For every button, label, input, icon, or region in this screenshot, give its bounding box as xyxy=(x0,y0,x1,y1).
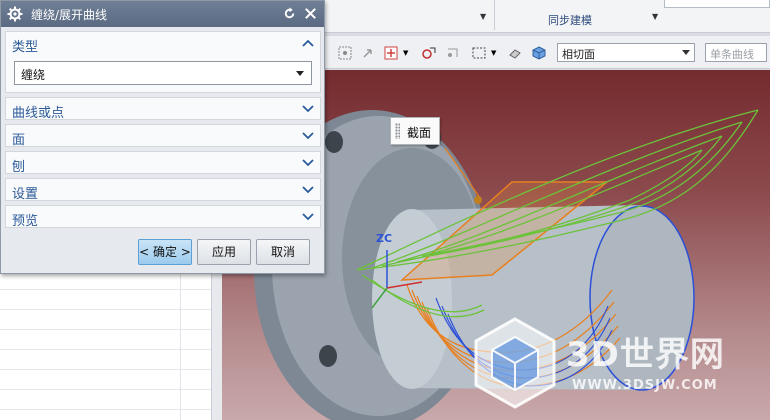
rectangle-select-icon[interactable] xyxy=(471,45,487,61)
point-snap-icon[interactable] xyxy=(445,45,461,61)
chevron-down-icon xyxy=(296,71,304,76)
close-icon[interactable] xyxy=(303,6,318,21)
section-type: 类型 缠绕 xyxy=(5,31,321,93)
ribbon-dropdown-arrow-2[interactable]: ▼ xyxy=(652,12,658,21)
ribbon-divider xyxy=(494,0,495,30)
section-preview[interactable]: 预览 xyxy=(5,205,321,229)
chevron-up-icon[interactable] xyxy=(302,39,314,47)
ribbon-group-sync-modeling[interactable]: 同步建模 xyxy=(548,12,592,28)
ribbon-dropdown-arrow[interactable]: ▼ xyxy=(480,12,486,21)
section-settings[interactable]: 设置 xyxy=(5,178,321,202)
selection-toolbar: ▼ ▼ 相切面 单条曲线 xyxy=(325,36,770,69)
section-plane-label: 刨 xyxy=(12,160,26,175)
drag-grip-icon[interactable] xyxy=(395,123,400,139)
curve-rule-dropdown[interactable]: 单条曲线 xyxy=(705,43,767,62)
ok-button[interactable]: < 确定 > xyxy=(138,239,192,265)
section-plane[interactable]: 刨 xyxy=(5,151,321,175)
bolt-hole xyxy=(325,131,343,153)
face-rule-value: 相切面 xyxy=(562,48,595,61)
select-box-plus-icon[interactable] xyxy=(383,45,399,61)
dialog-title-bar[interactable]: 缠绕/展开曲线 xyxy=(1,1,324,27)
toolbar-dropdown-arrow[interactable]: ▼ xyxy=(403,49,408,57)
type-select-value: 缠绕 xyxy=(21,68,46,82)
wrap-unwrap-curve-dialog: 缠绕/展开曲线 类型 缠绕 曲线或点 面 刨 设置 预览 < 确定 > 应用 取… xyxy=(0,0,325,274)
ribbon-panel-tab xyxy=(664,0,770,8)
chevron-down-icon[interactable] xyxy=(302,159,314,167)
section-curve-or-point-label: 曲线或点 xyxy=(12,106,65,121)
chevron-down-icon[interactable] xyxy=(302,213,314,221)
chevron-down-icon[interactable] xyxy=(302,132,314,140)
watermark-url: WWW.3DSJW.COM xyxy=(572,378,718,393)
zc-axis-label: ZC xyxy=(376,232,393,245)
section-preview-label: 预览 xyxy=(12,214,39,229)
face-rule-dropdown[interactable]: 相切面 xyxy=(557,43,695,62)
apply-button[interactable]: 应用 xyxy=(197,239,251,265)
section-settings-label: 设置 xyxy=(12,187,39,202)
dialog-title: 缠绕/展开曲线 xyxy=(31,8,108,22)
curve-rule-value: 单条曲线 xyxy=(710,48,754,61)
snap-settings-icon[interactable] xyxy=(337,45,353,61)
cancel-button[interactable]: 取消 xyxy=(256,239,310,265)
section-label-text: 截面 xyxy=(407,126,432,140)
navigator-list xyxy=(0,270,212,420)
section-face[interactable]: 面 xyxy=(5,124,321,148)
type-select[interactable]: 缠绕 xyxy=(14,61,312,85)
reset-icon[interactable] xyxy=(282,6,297,21)
filter-arrow-icon[interactable] xyxy=(361,45,377,61)
bolt-hole xyxy=(319,345,337,367)
section-face-label: 面 xyxy=(12,133,26,148)
toolbar-dropdown-arrow-2[interactable]: ▼ xyxy=(491,49,496,57)
section-curve-or-point[interactable]: 曲线或点 xyxy=(5,97,321,121)
chevron-down-icon[interactable] xyxy=(302,105,314,113)
gear-icon[interactable] xyxy=(7,6,23,22)
select-intent-icon[interactable] xyxy=(421,45,437,61)
column-divider xyxy=(180,270,181,420)
watermark-cube-logo xyxy=(474,317,556,409)
eraser-icon[interactable] xyxy=(507,45,523,61)
watermark-title: 3D世界网 xyxy=(566,335,725,375)
watermark: 3D世界网 WWW.3DSJW.COM xyxy=(470,315,770,415)
panel-splitter[interactable] xyxy=(212,270,222,420)
section-type-label[interactable]: 类型 xyxy=(12,36,38,55)
chevron-down-icon xyxy=(682,50,690,55)
section-label-tag[interactable]: 截面 xyxy=(390,117,440,145)
chevron-down-icon[interactable] xyxy=(302,186,314,194)
solid-body-icon[interactable] xyxy=(531,45,547,61)
